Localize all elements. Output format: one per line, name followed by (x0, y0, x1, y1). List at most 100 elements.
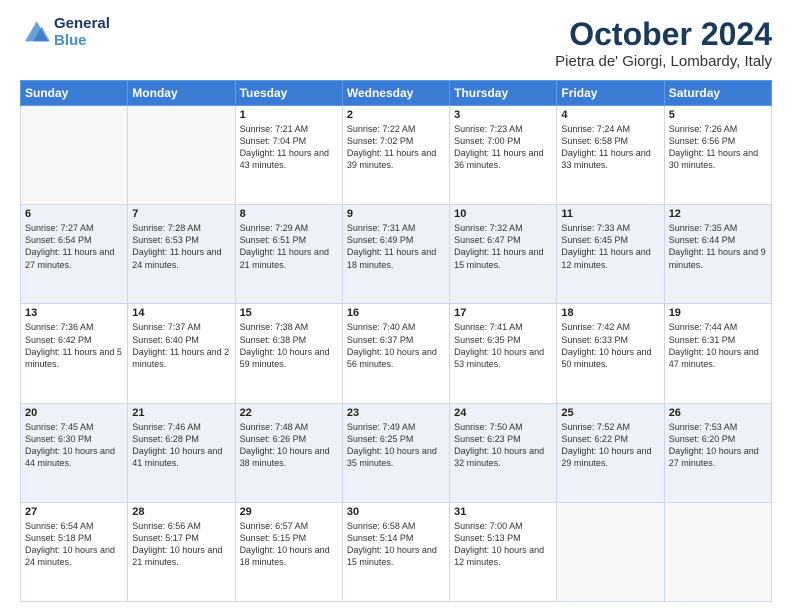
day-number: 3 (454, 109, 552, 121)
logo-text: General Blue (54, 16, 110, 49)
day-number: 13 (25, 307, 123, 319)
calendar-cell: 8 Sunrise: 7:29 AM Sunset: 6:51 PM Daylig… (235, 205, 342, 304)
day-number: 27 (25, 506, 123, 518)
day-info: Sunrise: 6:56 AM Sunset: 5:17 PM Dayligh… (132, 520, 230, 569)
day-number: 30 (347, 506, 445, 518)
week-row-2: 13 Sunrise: 7:36 AM Sunset: 6:42 PM Dayli… (21, 304, 772, 403)
day-info: Sunrise: 7:40 AM Sunset: 6:37 PM Dayligh… (347, 321, 445, 370)
day-info: Sunrise: 7:50 AM Sunset: 6:23 PM Dayligh… (454, 421, 552, 470)
calendar-cell: 3 Sunrise: 7:23 AM Sunset: 7:00 PM Daylig… (450, 106, 557, 205)
day-info: Sunrise: 7:42 AM Sunset: 6:33 PM Dayligh… (561, 321, 659, 370)
calendar-cell: 17Sunrise: 7:41 AM Sunset: 6:35 PM Dayli… (450, 304, 557, 403)
calendar-cell: 22Sunrise: 7:48 AM Sunset: 6:26 PM Dayli… (235, 403, 342, 502)
day-info: Sunrise: 7:41 AM Sunset: 6:35 PM Dayligh… (454, 321, 552, 370)
week-row-0: 1 Sunrise: 7:21 AM Sunset: 7:04 PM Daylig… (21, 106, 772, 205)
day-info: Sunrise: 7:24 AM Sunset: 6:58 PM Dayligh… (561, 123, 659, 172)
day-info: Sunrise: 6:58 AM Sunset: 5:14 PM Dayligh… (347, 520, 445, 569)
day-info: Sunrise: 7:21 AM Sunset: 7:04 PM Dayligh… (240, 123, 338, 172)
day-number: 15 (240, 307, 338, 319)
day-info: Sunrise: 7:29 AM Sunset: 6:51 PM Dayligh… (240, 222, 338, 271)
calendar-cell: 30 Sunrise: 6:58 AM Sunset: 5:14 PM Dayli… (342, 502, 449, 601)
day-number: 29 (240, 506, 338, 518)
calendar-cell: 7Sunrise: 7:28 AM Sunset: 6:53 PM Daylig… (128, 205, 235, 304)
day-number: 16 (347, 307, 445, 319)
day-info: Sunrise: 7:33 AM Sunset: 6:45 PM Dayligh… (561, 222, 659, 271)
calendar-cell: 28Sunrise: 6:56 AM Sunset: 5:17 PM Dayli… (128, 502, 235, 601)
day-number: 4 (561, 109, 659, 121)
day-number: 10 (454, 208, 552, 220)
calendar-cell: 9 Sunrise: 7:31 AM Sunset: 6:49 PM Daylig… (342, 205, 449, 304)
col-thursday: Thursday (450, 81, 557, 106)
day-number: 6 (25, 208, 123, 220)
day-info: Sunrise: 7:32 AM Sunset: 6:47 PM Dayligh… (454, 222, 552, 271)
day-info: Sunrise: 7:44 AM Sunset: 6:31 PM Dayligh… (669, 321, 767, 370)
calendar-cell: 10 Sunrise: 7:32 AM Sunset: 6:47 PM Dayli… (450, 205, 557, 304)
calendar-cell: 12 Sunrise: 7:35 AM Sunset: 6:44 PM Dayli… (664, 205, 771, 304)
calendar-cell: 14Sunrise: 7:37 AM Sunset: 6:40 PM Dayli… (128, 304, 235, 403)
day-info: Sunrise: 7:23 AM Sunset: 7:00 PM Dayligh… (454, 123, 552, 172)
calendar-cell (557, 502, 664, 601)
day-info: Sunrise: 7:52 AM Sunset: 6:22 PM Dayligh… (561, 421, 659, 470)
calendar-cell: 21 Sunrise: 7:46 AM Sunset: 6:28 PM Dayli… (128, 403, 235, 502)
calendar-cell: 1 Sunrise: 7:21 AM Sunset: 7:04 PM Daylig… (235, 106, 342, 205)
calendar-cell: 16 Sunrise: 7:40 AM Sunset: 6:37 PM Dayli… (342, 304, 449, 403)
calendar-cell: 23Sunrise: 7:49 AM Sunset: 6:25 PM Dayli… (342, 403, 449, 502)
day-info: Sunrise: 7:46 AM Sunset: 6:28 PM Dayligh… (132, 421, 230, 470)
title-block: October 2024 Pietra de' Giorgi, Lombardy… (555, 16, 772, 70)
calendar-cell: 2Sunrise: 7:22 AM Sunset: 7:02 PM Daylig… (342, 106, 449, 205)
week-row-3: 20 Sunrise: 7:45 AM Sunset: 6:30 PM Dayli… (21, 403, 772, 502)
day-info: Sunrise: 7:31 AM Sunset: 6:49 PM Dayligh… (347, 222, 445, 271)
calendar-cell: 15 Sunrise: 7:38 AM Sunset: 6:38 PM Dayli… (235, 304, 342, 403)
header-row: Sunday Monday Tuesday Wednesday Thursday… (21, 81, 772, 106)
calendar-cell (128, 106, 235, 205)
day-number: 12 (669, 208, 767, 220)
calendar-cell: 13 Sunrise: 7:36 AM Sunset: 6:42 PM Dayli… (21, 304, 128, 403)
day-info: Sunrise: 6:54 AM Sunset: 5:18 PM Dayligh… (25, 520, 123, 569)
day-number: 26 (669, 407, 767, 419)
location: Pietra de' Giorgi, Lombardy, Italy (555, 53, 772, 70)
day-info: Sunrise: 7:00 AM Sunset: 5:13 PM Dayligh… (454, 520, 552, 569)
day-number: 21 (132, 407, 230, 419)
day-number: 9 (347, 208, 445, 220)
day-info: Sunrise: 7:45 AM Sunset: 6:30 PM Dayligh… (25, 421, 123, 470)
day-info: Sunrise: 7:27 AM Sunset: 6:54 PM Dayligh… (25, 222, 123, 271)
day-number: 8 (240, 208, 338, 220)
calendar-cell: 29Sunrise: 6:57 AM Sunset: 5:15 PM Dayli… (235, 502, 342, 601)
day-info: Sunrise: 7:36 AM Sunset: 6:42 PM Dayligh… (25, 321, 123, 370)
calendar-cell: 5Sunrise: 7:26 AM Sunset: 6:56 PM Daylig… (664, 106, 771, 205)
day-number: 7 (132, 208, 230, 220)
day-number: 31 (454, 506, 552, 518)
day-info: Sunrise: 7:26 AM Sunset: 6:56 PM Dayligh… (669, 123, 767, 172)
calendar-cell: 24 Sunrise: 7:50 AM Sunset: 6:23 PM Dayli… (450, 403, 557, 502)
col-monday: Monday (128, 81, 235, 106)
day-number: 24 (454, 407, 552, 419)
col-wednesday: Wednesday (342, 81, 449, 106)
day-number: 14 (132, 307, 230, 319)
col-friday: Friday (557, 81, 664, 106)
calendar-cell: 4 Sunrise: 7:24 AM Sunset: 6:58 PM Daylig… (557, 106, 664, 205)
page: General Blue October 2024 Pietra de' Gio… (0, 0, 792, 612)
day-info: Sunrise: 7:49 AM Sunset: 6:25 PM Dayligh… (347, 421, 445, 470)
logo: General Blue (20, 16, 110, 49)
day-info: Sunrise: 7:53 AM Sunset: 6:20 PM Dayligh… (669, 421, 767, 470)
calendar-cell: 18Sunrise: 7:42 AM Sunset: 6:33 PM Dayli… (557, 304, 664, 403)
day-number: 1 (240, 109, 338, 121)
col-saturday: Saturday (664, 81, 771, 106)
day-info: Sunrise: 7:35 AM Sunset: 6:44 PM Dayligh… (669, 222, 767, 271)
calendar-cell: 6 Sunrise: 7:27 AM Sunset: 6:54 PM Daylig… (21, 205, 128, 304)
col-sunday: Sunday (21, 81, 128, 106)
day-number: 25 (561, 407, 659, 419)
day-info: Sunrise: 7:38 AM Sunset: 6:38 PM Dayligh… (240, 321, 338, 370)
calendar-cell (21, 106, 128, 205)
day-number: 20 (25, 407, 123, 419)
header: General Blue October 2024 Pietra de' Gio… (20, 16, 772, 70)
calendar-cell: 11Sunrise: 7:33 AM Sunset: 6:45 PM Dayli… (557, 205, 664, 304)
logo-icon (20, 18, 50, 48)
col-tuesday: Tuesday (235, 81, 342, 106)
calendar-cell: 19Sunrise: 7:44 AM Sunset: 6:31 PM Dayli… (664, 304, 771, 403)
day-number: 2 (347, 109, 445, 121)
calendar-cell (664, 502, 771, 601)
calendar-cell: 27 Sunrise: 6:54 AM Sunset: 5:18 PM Dayli… (21, 502, 128, 601)
calendar-cell: 26 Sunrise: 7:53 AM Sunset: 6:20 PM Dayli… (664, 403, 771, 502)
day-info: Sunrise: 7:48 AM Sunset: 6:26 PM Dayligh… (240, 421, 338, 470)
